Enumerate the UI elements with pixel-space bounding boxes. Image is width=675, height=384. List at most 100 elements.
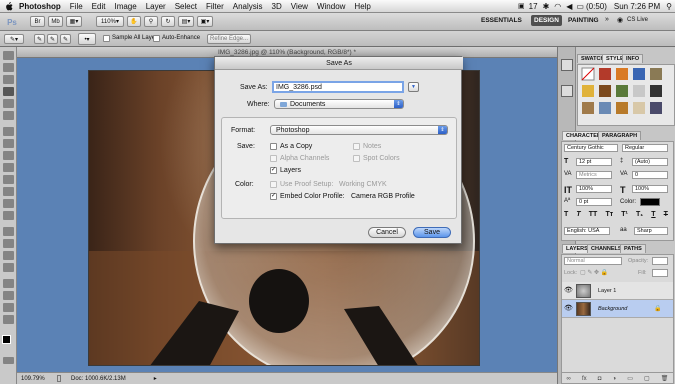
tool-preset-picker[interactable]: ✎▾ <box>4 34 24 44</box>
arrange-documents-button[interactable]: ▤▾ <box>178 16 194 27</box>
add-to-selection-button[interactable]: ✎ <box>47 34 58 44</box>
adjustment-layer-icon[interactable]: ◑ <box>612 376 616 382</box>
strikethrough-icon[interactable]: T <box>664 211 668 221</box>
layer-row-layer-1[interactable]: 👁 Layer 1 <box>562 282 673 300</box>
layers-checkbox[interactable]: ✓ <box>270 167 277 174</box>
pen-tool-icon[interactable] <box>3 227 14 236</box>
move-tool-icon[interactable] <box>3 51 14 60</box>
font-family-dropdown[interactable]: Century Gothic <box>564 144 618 152</box>
clock[interactable]: Sun 7:26 PM <box>614 2 660 11</box>
layer-name[interactable]: Layer 1 <box>598 288 616 294</box>
3d-rotate-tool-icon[interactable] <box>3 279 14 288</box>
quick-mask-icon[interactable] <box>3 357 14 364</box>
menu-file[interactable]: File <box>70 2 83 11</box>
menu-view[interactable]: View <box>291 2 308 11</box>
save-as-filename-input[interactable]: IMG_3286.psd <box>272 81 404 93</box>
spotlight-icon[interactable]: ⚲ <box>666 2 672 11</box>
hand-tool-icon[interactable] <box>3 303 14 312</box>
font-size-field[interactable]: 12 pt <box>576 158 612 166</box>
wifi-icon[interactable]: ◠ <box>554 2 561 11</box>
menu-filter[interactable]: Filter <box>206 2 224 11</box>
leading-field[interactable]: (Auto) <box>632 158 668 166</box>
antialias-dropdown[interactable]: Sharp <box>634 227 668 235</box>
new-group-icon[interactable]: ▭ <box>627 375 633 382</box>
eye-visibility-icon[interactable]: 👁 <box>564 286 573 294</box>
embed-color-profile-checkbox[interactable]: ✓ <box>270 193 277 200</box>
tab-paragraph[interactable]: PARAGRAPH <box>598 131 642 140</box>
font-style-dropdown[interactable]: Regular <box>622 144 668 152</box>
underline-icon[interactable]: T <box>651 211 655 221</box>
blend-mode-dropdown[interactable]: Normal <box>564 257 622 265</box>
expand-dialog-button[interactable]: ▼ <box>408 82 419 92</box>
clone-stamp-tool-icon[interactable] <box>3 151 14 160</box>
refine-edge-button[interactable]: Refine Edge... <box>207 34 251 44</box>
sample-all-layers-checkbox[interactable] <box>103 35 110 42</box>
launch-bridge-button[interactable]: Br <box>30 16 45 27</box>
subtract-from-selection-button[interactable]: ✎ <box>60 34 71 44</box>
shape-tool-icon[interactable] <box>3 263 14 272</box>
menu-analysis[interactable]: Analysis <box>233 2 263 11</box>
alpha-channels-checkbox[interactable] <box>270 155 277 162</box>
menu-select[interactable]: Select <box>175 2 197 11</box>
tracking-field[interactable]: 0 <box>632 171 668 179</box>
menu-layer[interactable]: Layer <box>146 2 166 11</box>
healing-brush-tool-icon[interactable] <box>3 127 14 136</box>
as-a-copy-checkbox[interactable] <box>270 143 277 150</box>
faux-bold-icon[interactable]: T <box>564 211 568 221</box>
format-dropdown[interactable]: Photoshop ⇕ <box>270 125 448 135</box>
opacity-field[interactable] <box>652 257 668 265</box>
path-selection-tool-icon[interactable] <box>3 251 14 260</box>
navigator-panel-icon[interactable] <box>561 59 573 71</box>
history-panel-icon[interactable] <box>561 85 573 97</box>
history-brush-tool-icon[interactable] <box>3 163 14 172</box>
more-workspaces[interactable]: » <box>605 16 609 23</box>
cancel-button[interactable]: Cancel <box>368 227 406 238</box>
adobe-menulet-icon[interactable]: ▣ <box>518 2 525 10</box>
faux-italic-icon[interactable]: T <box>576 211 580 221</box>
status-menu-arrow-icon[interactable]: ▸ <box>154 375 157 382</box>
zoom-tool-icon[interactable] <box>3 315 14 324</box>
small-caps-icon[interactable]: Tт <box>605 211 613 221</box>
volume-icon[interactable]: ◀ <box>566 2 572 11</box>
vertical-scale-field[interactable]: 100% <box>576 185 612 193</box>
use-proof-setup-checkbox[interactable] <box>270 181 277 188</box>
language-dropdown[interactable]: English: USA <box>564 227 610 235</box>
view-extras-button[interactable]: ▦▾ <box>66 16 82 27</box>
notes-checkbox[interactable] <box>353 143 360 150</box>
layer-row-background[interactable]: 👁 Background 🔒 <box>562 300 673 318</box>
delete-layer-icon[interactable]: 🗑 <box>661 375 669 382</box>
launch-mini-bridge-button[interactable]: Mb <box>48 16 63 27</box>
marquee-tool-icon[interactable] <box>3 63 14 72</box>
gradient-tool-icon[interactable] <box>3 187 14 196</box>
tab-info[interactable]: INFO <box>622 54 644 63</box>
rotate-view-button[interactable]: ↻ <box>161 16 175 27</box>
superscript-icon[interactable]: T¹ <box>621 211 628 221</box>
zoom-level-dropdown[interactable]: 110% ▾ <box>96 16 124 27</box>
add-mask-icon[interactable]: ◘ <box>598 376 602 382</box>
menu-edit[interactable]: Edit <box>92 2 106 11</box>
spot-colors-checkbox[interactable] <box>353 155 360 162</box>
layer-style-icon[interactable]: fx <box>582 376 587 382</box>
where-location-dropdown[interactable]: Documents ⇕ <box>274 99 404 109</box>
menu-image[interactable]: Image <box>114 2 136 11</box>
workspace-essentials[interactable]: ESSENTIALS <box>481 17 522 24</box>
eyedropper-tool-icon[interactable] <box>3 111 14 120</box>
auto-enhance-checkbox[interactable] <box>153 35 160 42</box>
blur-tool-icon[interactable] <box>3 199 14 208</box>
kerning-field[interactable]: Metrics <box>576 171 612 179</box>
apple-icon[interactable] <box>3 1 15 11</box>
layer-name[interactable]: Background <box>598 306 627 312</box>
eraser-tool-icon[interactable] <box>3 175 14 184</box>
menu-app-photoshop[interactable]: Photoshop <box>19 2 61 11</box>
save-button[interactable]: Save <box>413 227 451 238</box>
subscript-icon[interactable]: T₁ <box>636 211 643 221</box>
lasso-tool-icon[interactable] <box>3 75 14 84</box>
cs-live-label[interactable]: CS Live <box>627 17 648 23</box>
3d-orbit-tool-icon[interactable] <box>3 291 14 300</box>
cs-live-icon[interactable]: ◉ <box>617 16 623 24</box>
workspace-painting[interactable]: PAINTING <box>568 17 599 24</box>
new-layer-icon[interactable]: ▢ <box>644 375 650 382</box>
zoom-percentage[interactable]: 109.79% <box>21 376 49 382</box>
baseline-shift-field[interactable]: 0 pt <box>576 198 612 206</box>
bluetooth-icon[interactable]: ✱ <box>543 2 550 11</box>
